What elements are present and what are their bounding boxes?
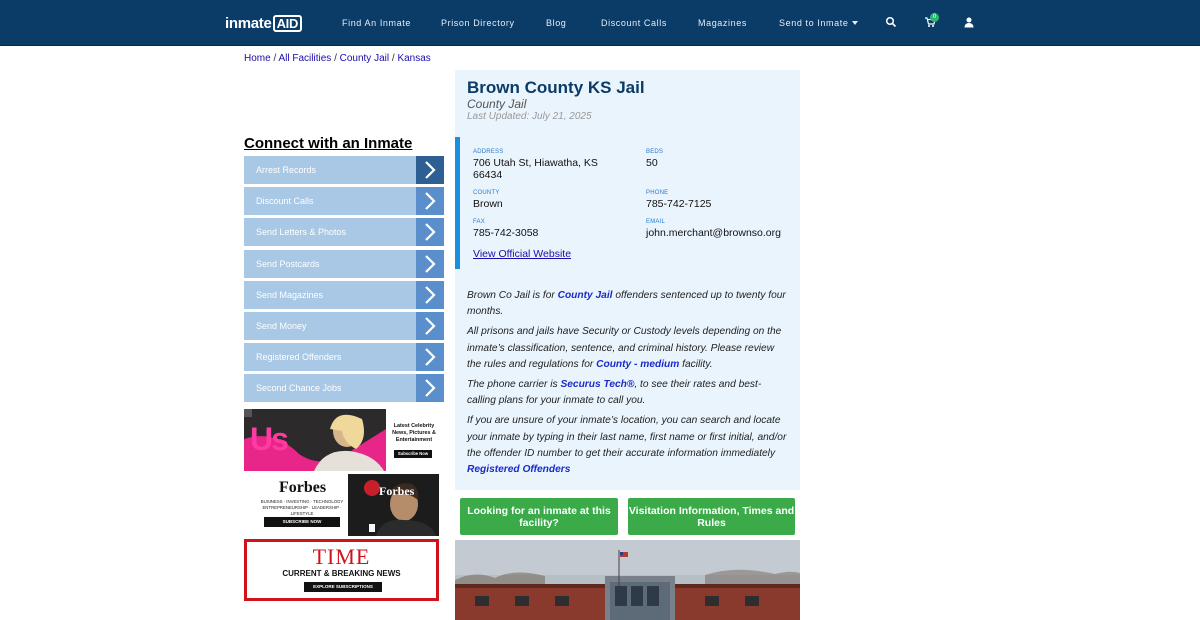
chevron-right-icon xyxy=(416,156,444,184)
breadcrumb-separator: / xyxy=(273,53,277,64)
us-weekly-tagline-line: News, Pictures & xyxy=(392,430,436,436)
breadcrumb: Home / All Facilities / County Jail / Ka… xyxy=(244,53,431,64)
time-cta: EXPLORE SUBSCRIPTIONS xyxy=(304,582,382,592)
securus-tech-link[interactable]: Securus Tech® xyxy=(560,379,634,390)
address-line1: 706 Utah St, Hiawatha, KS xyxy=(473,157,598,169)
facility-description: Brown Co Jail is for County Jail offende… xyxy=(467,288,789,482)
breadcrumb-separator: / xyxy=(334,53,337,64)
description-text: Brown Co Jail is for xyxy=(467,290,558,301)
us-weekly-tagline-line: Latest Celebrity xyxy=(393,423,435,429)
top-navbar: inmate AID Find An Inmate Prison Director… xyxy=(0,0,1200,46)
chevron-right-icon xyxy=(416,374,444,403)
sidebar-item-label: Registered Offenders xyxy=(256,352,342,363)
time-tagline: CURRENT & BREAKING NEWS xyxy=(282,569,401,578)
cart-count-badge: 0 xyxy=(930,13,939,22)
chevron-right-icon xyxy=(416,343,444,372)
county-jail-link[interactable]: County Jail xyxy=(558,290,613,301)
phone-value: 785-742-7125 xyxy=(646,198,712,210)
sidebar-item-label: Send Money xyxy=(256,320,307,331)
facility-type: County Jail xyxy=(467,97,527,111)
chevron-right-icon xyxy=(416,311,444,340)
forbes-tagline: BUSINESS · INVESTING · TECHNOLOGY ENTREP… xyxy=(252,499,352,517)
sidebar-heading: Connect with an Inmate xyxy=(244,135,413,152)
description-text: The phone carrier is xyxy=(467,379,561,391)
description-text: facility. xyxy=(679,358,713,370)
us-weekly-logo: Us xyxy=(250,421,289,457)
us-weekly-cta: Subscribe Now xyxy=(394,450,432,458)
visitation-info-button[interactable]: Visitation Information, Times and Rules xyxy=(628,498,795,535)
nav-find-an-inmate[interactable]: Find An Inmate xyxy=(342,0,411,46)
fax-label: FAX xyxy=(473,219,485,225)
forbes-tagline-line: ENTREPRENEURSHIP · LEADERSHIP · LIFESTYL… xyxy=(262,505,342,516)
logo-box-text: AID xyxy=(272,14,303,32)
breadcrumb-county-jail[interactable]: County Jail xyxy=(340,53,389,64)
sidebar-item-send-magazines[interactable]: Send Magazines xyxy=(244,280,444,309)
fax-value: 785-742-3058 xyxy=(473,227,539,239)
chevron-right-icon xyxy=(416,187,444,216)
official-website-link[interactable]: View Official Website xyxy=(473,248,571,260)
chevron-right-icon xyxy=(416,218,444,247)
address-line2: 66434 xyxy=(473,169,503,181)
phone-label: PHONE xyxy=(646,190,669,196)
sidebar-item-label: Send Magazines xyxy=(256,289,324,300)
county-label: COUNTY xyxy=(473,190,500,196)
nav-prison-directory[interactable]: Prison Directory xyxy=(441,0,515,46)
forbes-ad[interactable]: Forbes Forbes BUSINESS · INVESTING · TEC… xyxy=(244,474,439,536)
breadcrumb-all-facilities[interactable]: All Facilities xyxy=(278,53,331,64)
time-ad[interactable]: TIME CURRENT & BREAKING NEWS EXPLORE SUB… xyxy=(244,539,439,601)
description-paragraph: If you are unsure of your inmate’s locat… xyxy=(467,413,789,478)
sidebar-item-send-postcards[interactable]: Send Postcards xyxy=(244,249,444,278)
registered-offenders-link[interactable]: Registered Offenders xyxy=(467,464,570,475)
beds-label: BEDS xyxy=(646,149,664,155)
beds-value: 50 xyxy=(646,157,658,169)
us-weekly-tagline-line: Entertainment xyxy=(395,437,433,443)
sidebar-menu: Arrest Records Discount Calls Send Lette… xyxy=(244,156,444,406)
description-paragraph: The phone carrier is Securus Tech®, to s… xyxy=(467,377,789,409)
looking-for-inmate-button[interactable]: Looking for an inmate at this facility? xyxy=(460,498,618,535)
breadcrumb-separator: / xyxy=(391,53,395,64)
breadcrumb-home[interactable]: Home xyxy=(244,53,271,64)
sidebar-item-label: Send Letters & Photos xyxy=(256,227,347,238)
description-paragraph: Brown Co Jail is for County Jail offende… xyxy=(467,288,789,320)
time-logo: TIME xyxy=(312,544,371,569)
description-text: If you are unsure of your inmate’s locat… xyxy=(467,415,787,459)
breadcrumb-kansas[interactable]: Kansas xyxy=(397,53,430,64)
logo-text: inmate xyxy=(225,14,272,32)
nav-discount-calls[interactable]: Discount Calls xyxy=(601,0,667,46)
search-icon[interactable] xyxy=(885,16,897,28)
county-medium-link[interactable]: County - medium xyxy=(596,359,679,370)
sidebar-item-label: Arrest Records xyxy=(256,165,317,175)
user-icon[interactable] xyxy=(963,16,975,28)
email-value: john.merchant@brownso.org xyxy=(646,227,781,239)
sidebar-item-label: Send Postcards xyxy=(256,258,320,269)
sidebar-item-arrest-records[interactable]: Arrest Records xyxy=(244,156,444,184)
us-weekly-ad[interactable]: Us Latest Celebrity News, Pictures & Ent… xyxy=(244,409,439,471)
forbes-logo: Forbes xyxy=(279,479,327,496)
sidebar-item-send-money[interactable]: Send Money xyxy=(244,311,444,340)
chevron-right-icon xyxy=(416,280,444,309)
facility-building-image xyxy=(455,540,800,620)
chevron-right-icon xyxy=(416,249,444,278)
forbes-cover-logo: Forbes xyxy=(379,484,415,498)
address-label: ADDRESS xyxy=(473,149,504,155)
email-label: EMAIL xyxy=(646,219,666,225)
site-logo[interactable]: inmate AID xyxy=(225,13,303,33)
facility-title: Brown County KS Jail xyxy=(467,78,645,97)
sidebar-item-label: Second Chance Jobs xyxy=(256,383,342,394)
forbes-cta: SUBSCRIBE NOW xyxy=(264,517,340,527)
sidebar-item-discount-calls[interactable]: Discount Calls xyxy=(244,187,444,216)
facility-photo xyxy=(455,540,800,620)
county-value: Brown xyxy=(473,198,503,210)
nav-blog[interactable]: Blog xyxy=(546,0,566,46)
sidebar-item-second-chance-jobs[interactable]: Second Chance Jobs xyxy=(244,374,444,403)
last-updated: Last Updated: July 21, 2025 xyxy=(467,111,592,122)
us-weekly-tagline: Latest Celebrity News, Pictures & Entert… xyxy=(392,423,436,444)
nav-send-to-inmate-dropdown[interactable]: Send to Inmate xyxy=(779,0,858,46)
sidebar-item-send-letters-photos[interactable]: Send Letters & Photos xyxy=(244,218,444,247)
sidebar-item-label: Discount Calls xyxy=(256,196,314,207)
sidebar-item-registered-offenders[interactable]: Registered Offenders xyxy=(244,343,444,372)
description-paragraph: All prisons and jails have Security or C… xyxy=(467,324,789,373)
nav-magazines[interactable]: Magazines xyxy=(698,0,747,46)
